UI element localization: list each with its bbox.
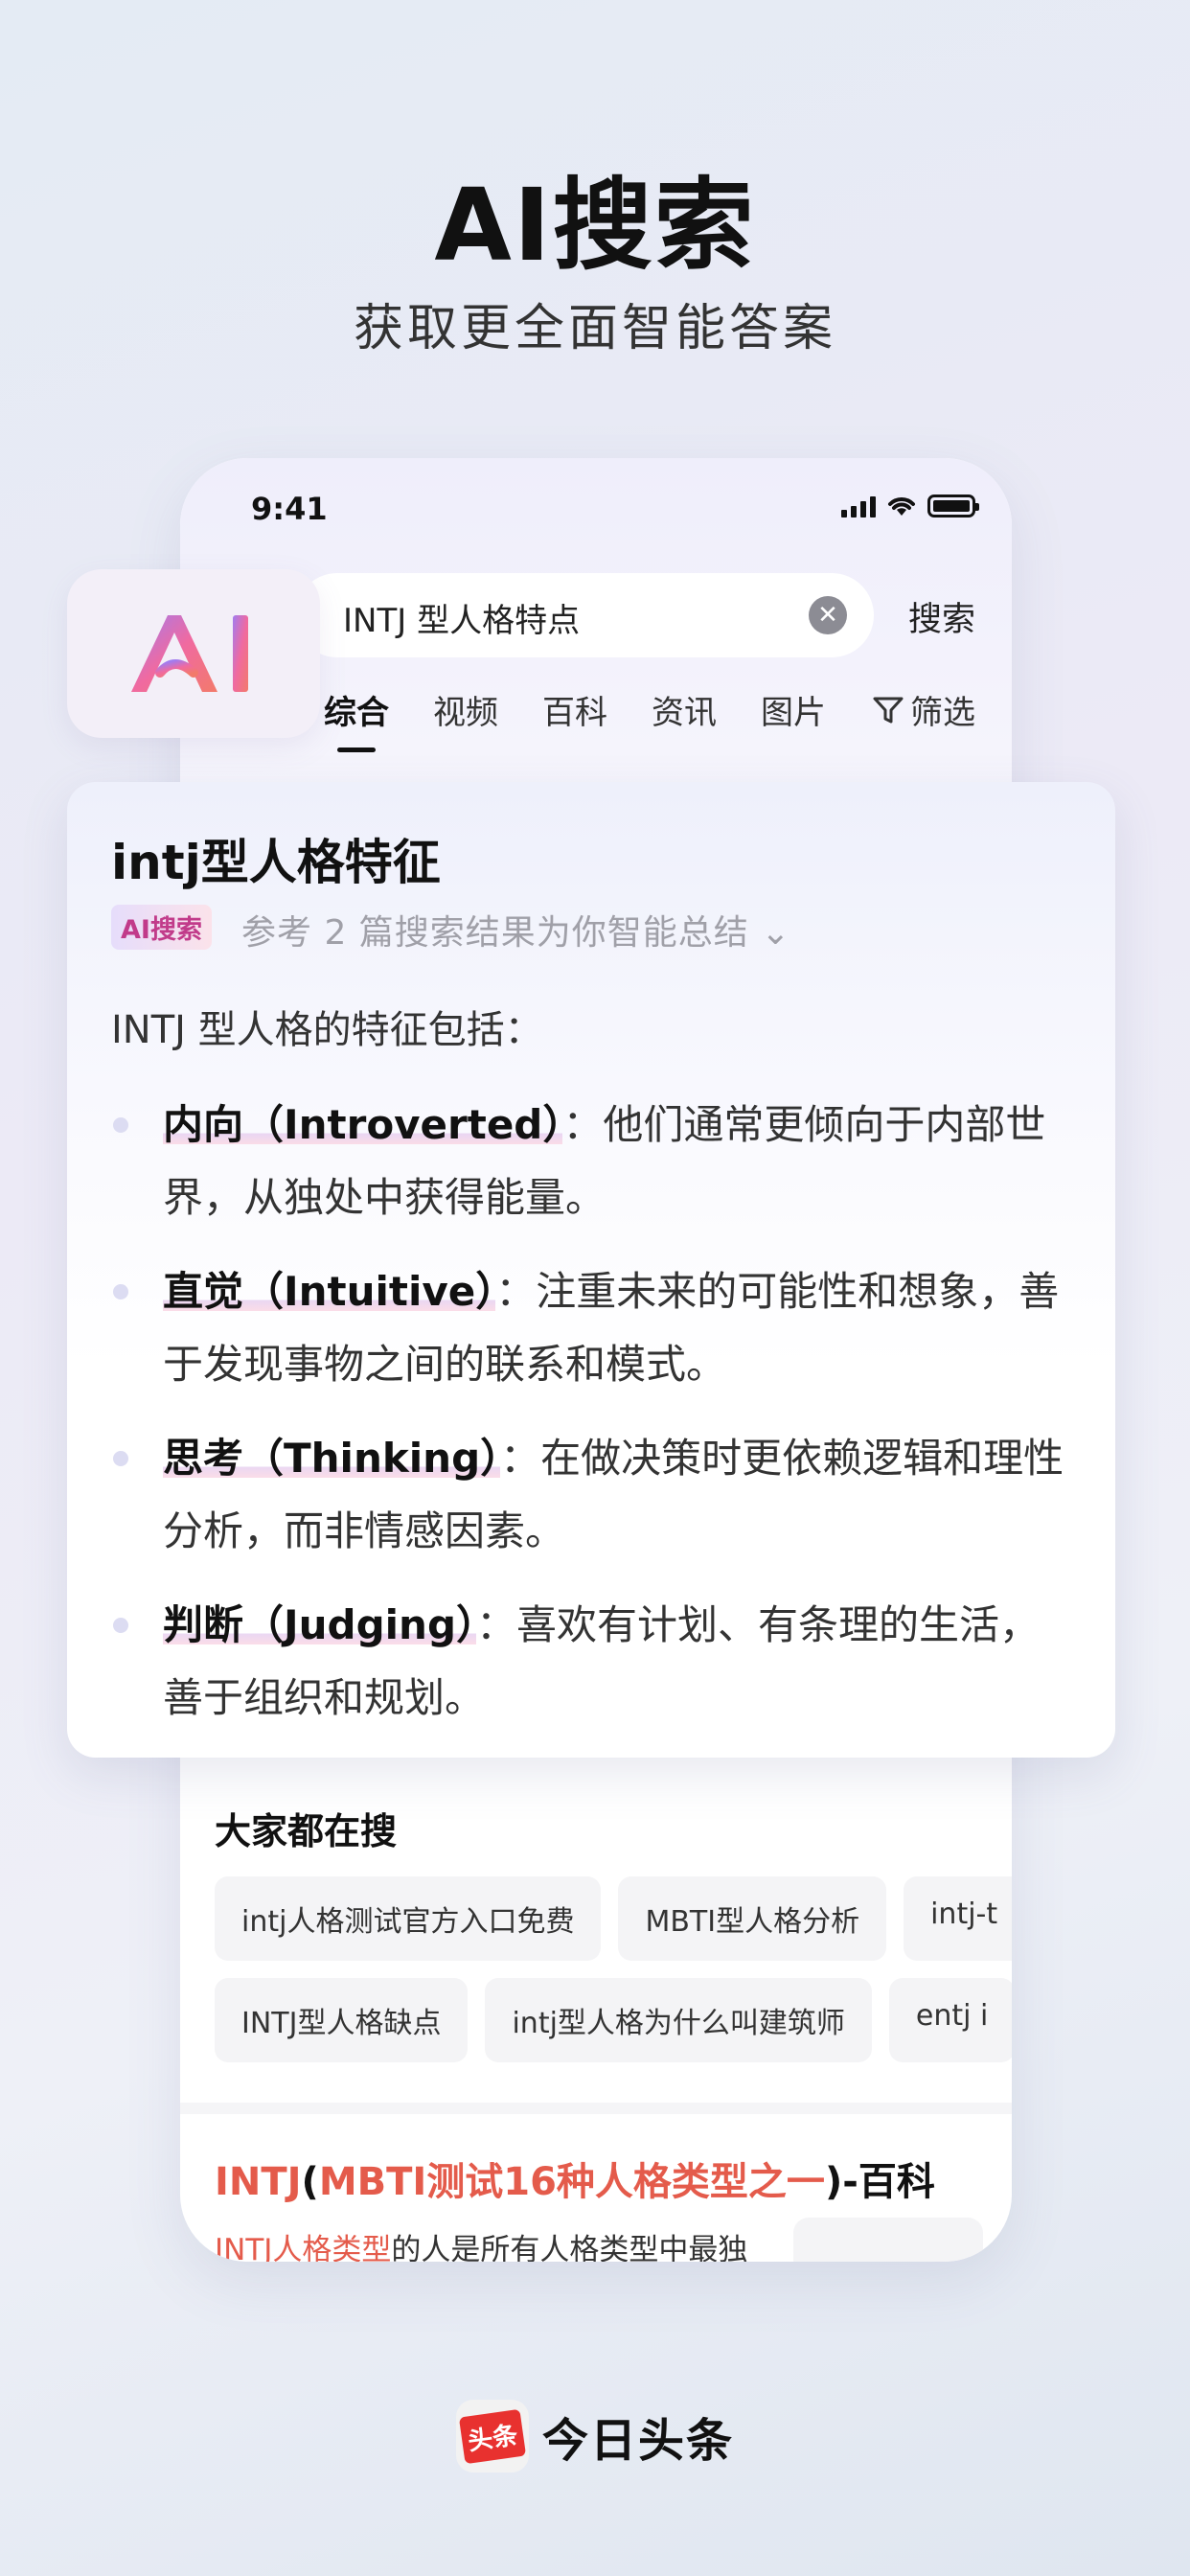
hot-search-chip[interactable]: intj型人格为什么叫建筑师 [485, 1978, 872, 2062]
result-snippet-keyword: INTJ人格类型 [215, 2233, 392, 2262]
signal-icon [841, 494, 876, 518]
bullet-dot-icon [113, 1451, 128, 1466]
hero-subtitle: 获取更全面智能答案 [353, 300, 836, 357]
tab-news[interactable]: 资讯 [652, 686, 717, 733]
clear-icon[interactable]: ✕ [809, 596, 847, 634]
item-term: 内向（Introverted） [163, 1101, 563, 1148]
search-tabs: 综合 视频 百科 资讯 图片 [324, 686, 826, 752]
reference-text: 参考 2 篇搜索结果为你智能总结 [241, 913, 749, 953]
bullet-dot-icon [113, 1618, 128, 1633]
list-item: 思考（Thinking）：在做决策时更依赖逻辑和理性分析，而非情感因素。 [111, 1422, 1079, 1568]
answer-intro: INTJ 型人格的特征包括： [111, 1008, 543, 1052]
reference-toggle[interactable]: 参考 2 篇搜索结果为你智能总结 ⌄ [241, 905, 790, 954]
section-divider [180, 2103, 1012, 2114]
bullet-dot-icon [113, 1284, 128, 1300]
toutiao-logo-text: 头条 [458, 2408, 527, 2464]
status-icons [841, 494, 979, 518]
footer-brand: 头条 今日头条 [0, 2400, 1190, 2472]
toutiao-logo: 头条 [455, 2400, 529, 2472]
tab-video[interactable]: 视频 [433, 686, 498, 733]
filter-button[interactable]: 筛选 [872, 686, 975, 733]
answer-list: 内向（Introverted）：他们通常更倾向于内部世界，从独处中获得能量。 直… [111, 1089, 1079, 1756]
item-term: 判断（Judging） [163, 1601, 477, 1648]
app-name: 今日头条 [541, 2414, 734, 2468]
item-term: 直觉（Intuitive） [163, 1268, 496, 1315]
hot-search-row-2: INTJ型人格缺点 intj型人格为什么叫建筑师 entj i [215, 1978, 1012, 2062]
hot-search-chip[interactable]: entj i [888, 1978, 1012, 2062]
hot-search-chip[interactable]: MBTI型人格分析 [618, 1876, 887, 1961]
ai-logo-icon [131, 615, 248, 692]
ai-answer-card: intj型人格特征 AI搜索 参考 2 篇搜索结果为你智能总结 ⌄ INTJ 型… [67, 782, 1115, 1758]
result-thumbnail[interactable] [793, 2218, 983, 2262]
battery-icon [927, 494, 979, 518]
hero-title: AI搜索 [434, 167, 756, 284]
result-snippet: INTJ人格类型的人是所有人格类型中最独 [215, 2225, 790, 2262]
tab-images[interactable]: 图片 [761, 686, 826, 733]
bullet-dot-icon [113, 1117, 128, 1133]
tab-comprehensive[interactable]: 综合 [324, 686, 389, 752]
result-title[interactable]: INTJ(MBTI测试16种人格类型之一)-百科 [215, 2150, 935, 2206]
ai-search-tag: AI搜索 [111, 905, 212, 950]
search-query: INTJ 型人格特点 [343, 602, 581, 640]
chevron-down-icon: ⌄ [761, 913, 791, 953]
hot-search-chip[interactable]: INTJ型人格缺点 [215, 1978, 469, 2062]
hot-search-chip[interactable]: intj人格测试官方入口免费 [215, 1876, 602, 1961]
result-snippet-text: 的人是所有人格类型中最独 [391, 2233, 748, 2262]
wifi-icon [888, 497, 915, 516]
ai-badge [67, 569, 320, 738]
hot-search-chip[interactable]: intj-t [904, 1876, 1012, 1961]
status-time: 9:41 [251, 491, 328, 527]
list-item: 判断（Judging）：喜欢有计划、有条理的生活，善于组织和规划。 [111, 1589, 1079, 1735]
filter-label: 筛选 [910, 694, 975, 732]
list-item: 直觉（Intuitive）：注重未来的可能性和想象，善于发现事物之间的联系和模式… [111, 1255, 1079, 1401]
tab-wiki[interactable]: 百科 [542, 686, 607, 733]
search-button[interactable]: 搜索 [908, 592, 975, 641]
result-title-keyword: INTJ [215, 2160, 302, 2204]
hot-search-row-1: intj人格测试官方入口免费 MBTI型人格分析 intj-t [215, 1876, 1012, 1961]
list-item: 内向（Introverted）：他们通常更倾向于内部世界，从独处中获得能量。 [111, 1089, 1079, 1234]
search-input[interactable]: INTJ 型人格特点 ✕ [295, 573, 874, 657]
result-title-keyword: MBTI测试16种人格类型之一 [318, 2160, 825, 2204]
filter-icon [873, 697, 904, 723]
result-title-text: )-百科 [824, 2160, 935, 2204]
answer-title: intj型人格特征 [111, 835, 441, 890]
result-title-text: ( [301, 2160, 319, 2204]
item-term: 思考（Thinking） [163, 1435, 501, 1482]
hot-search-title: 大家都在搜 [215, 1810, 398, 1852]
